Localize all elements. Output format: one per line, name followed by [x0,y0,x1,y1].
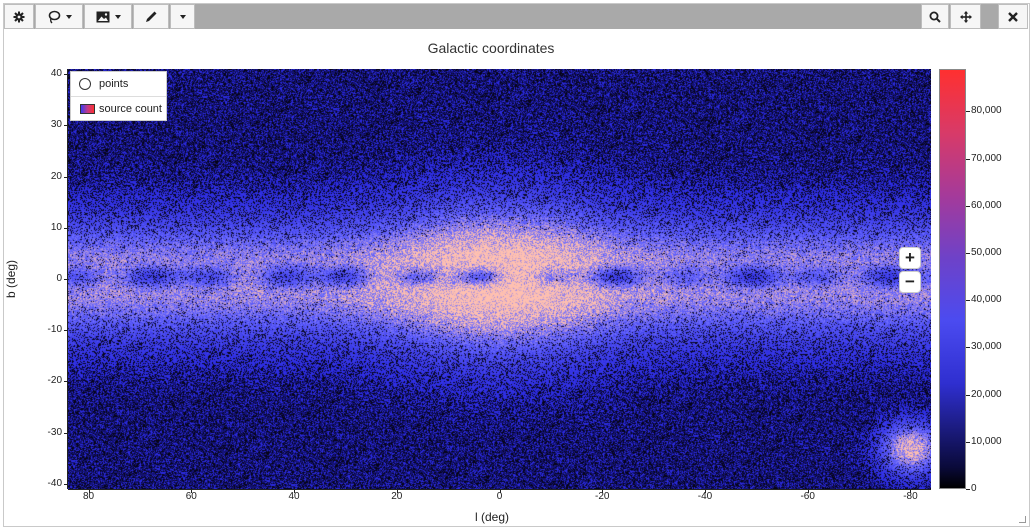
more-tools-button[interactable] [170,4,195,29]
pan-tool-button[interactable] [950,4,981,29]
y-tick-label: 0 [56,273,62,284]
x-axis-line [68,489,931,490]
chart-title: Galactic coordinates [427,40,555,56]
x-tick-label: 60 [185,491,197,502]
close-icon [1008,11,1018,22]
y-tick-label: -20 [47,375,62,387]
chevron-down-icon [179,14,186,19]
colorbar-tick-label: 50,000 [971,247,1002,259]
colorbar-tick-mark [966,253,970,255]
colorbar-tick-label: 80,000 [971,105,1002,117]
y-tick-label: -30 [47,426,62,438]
colorbar-tick-label: 0 [971,483,977,494]
x-tick-label: 40 [288,491,300,502]
circle-icon [79,78,91,90]
legend-points-label: points [99,78,129,90]
color-swatch-icon [80,104,95,114]
y-tick-label: 30 [50,119,62,131]
x-tick-label: 80 [82,491,95,502]
move-icon [959,10,972,23]
toolbar [4,4,1028,29]
x-tick-label: 20 [391,491,403,502]
colorbar-tick-mark [966,300,970,302]
colorbar-tick-label: 60,000 [971,199,1002,211]
gear-icon [13,11,25,22]
y-tick-label: 20 [50,170,62,182]
y-tick-label: 10 [50,221,62,233]
settings-button[interactable] [4,4,34,29]
colorbar-tick-mark [966,205,970,207]
pencil-tool-button[interactable] [133,4,169,29]
resize-handle[interactable] [1019,516,1026,523]
zoom-in-button[interactable]: + [899,247,921,269]
x-tick-label: -60 [800,491,815,502]
search-icon [929,11,941,23]
colorbar [939,69,966,489]
chevron-down-icon [65,14,72,19]
y-tick-label: -40 [47,477,62,489]
pencil-icon [146,11,157,22]
chevron-down-icon [114,14,121,19]
heatmap-image [68,69,931,489]
x-tick-label: -80 [903,491,918,502]
close-button[interactable] [998,4,1028,29]
colorbar-tick-mark [966,441,970,443]
colorbar-tick-label: 40,000 [971,294,1002,306]
colorbar-tick-label: 10,000 [971,435,1002,447]
y-tick-label: -10 [47,324,62,336]
image-tool-button[interactable] [84,4,132,29]
lasso-tool-button[interactable] [35,4,83,29]
image-icon [96,11,109,22]
colorbar-tick-mark [966,347,970,349]
legend[interactable]: points source count [70,71,167,121]
colorbar-tick-label: 70,000 [971,152,1002,164]
colorbar-tick-label: 30,000 [971,341,1002,353]
zoom-out-button[interactable]: − [899,271,921,293]
legend-source-count-label: source count [99,103,162,115]
lasso-icon [48,10,60,23]
legend-item-points[interactable]: points [71,72,166,96]
colorbar-tick-mark [966,489,970,490]
colorbar-tick-label: 20,000 [971,388,1002,400]
x-tick-label: 0 [496,491,503,502]
y-axis-line [67,69,68,489]
colorbar-tick-mark [966,394,970,396]
colorbar-tick-mark [966,158,970,160]
colorbar-tick-mark [966,111,970,113]
heatmap-plot-area[interactable] [68,69,931,489]
zoom-tool-button[interactable] [921,4,949,29]
x-tick-label: -40 [697,491,713,502]
x-axis-label: l (deg) [475,510,510,524]
y-tick-label: 40 [50,68,62,80]
y-axis-label: b (deg) [4,259,19,299]
x-tick-label: -20 [595,491,610,502]
legend-item-source-count[interactable]: source count [71,97,166,121]
